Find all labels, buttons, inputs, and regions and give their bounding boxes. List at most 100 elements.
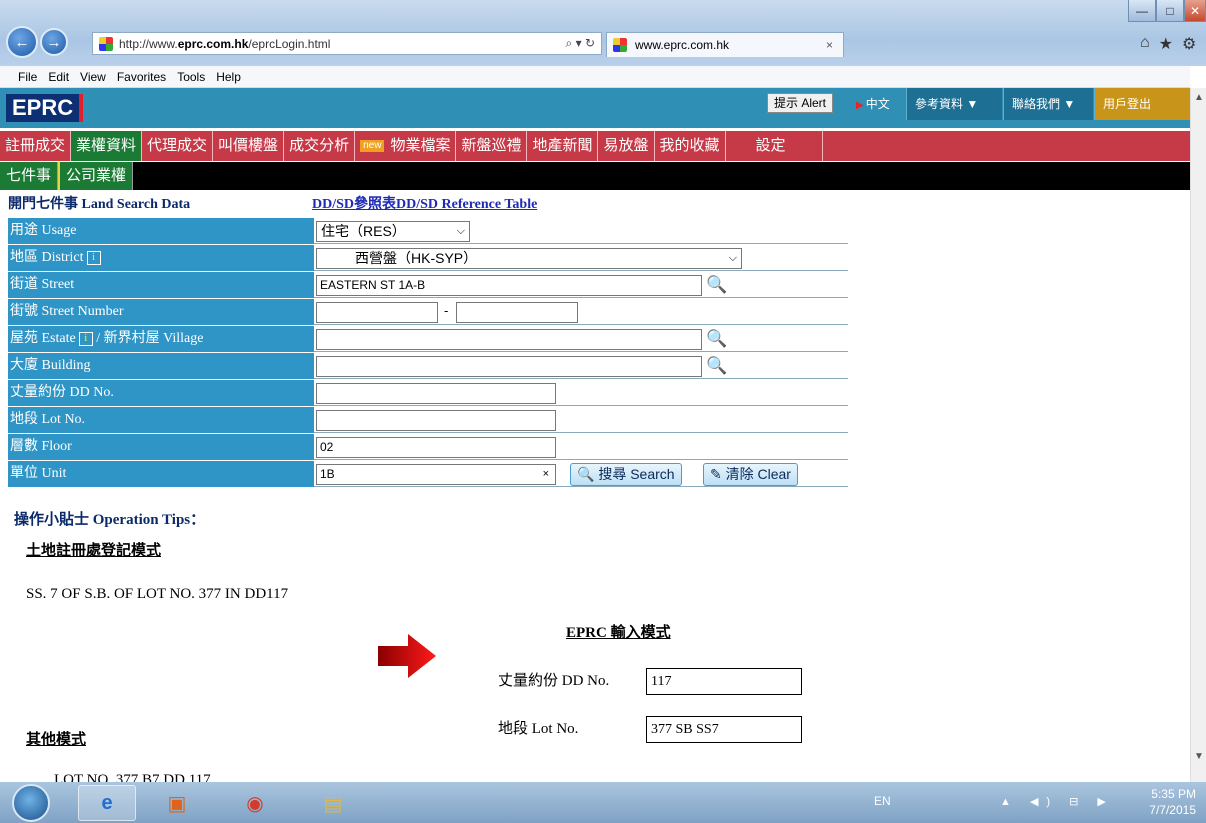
site-header: EPRC 提示 Alert ▶ 中文 參考資料 ▼ 聯絡我們 ▼ 用戶登出: [0, 88, 1190, 128]
scroll-down-icon[interactable]: ▼: [1194, 751, 1204, 762]
example-dd-label: 丈量約份 DD No.: [498, 673, 610, 689]
estate-cell: 🔍: [314, 326, 848, 352]
nav-item-agent-deals[interactable]: 代理成交: [142, 131, 214, 161]
scroll-up-icon[interactable]: ▲: [1194, 92, 1204, 103]
row-unit: 單位 Unit 1B × 🔍 搜尋 Search ✎ 清除 Clear: [8, 461, 848, 488]
dd-no-label: 丈量約份 DD No.: [8, 380, 314, 406]
maximize-button[interactable]: □: [1156, 0, 1184, 22]
menu-view[interactable]: View: [80, 70, 106, 84]
nav-item-my-favorites[interactable]: 我的收藏: [655, 131, 726, 161]
favorites-star-icon[interactable]: ★: [1159, 34, 1173, 54]
menu-edit[interactable]: Edit: [48, 70, 69, 84]
back-button[interactable]: ←: [6, 26, 38, 58]
logout-button[interactable]: 用戶登出: [1094, 88, 1190, 120]
start-button[interactable]: [12, 784, 50, 822]
browser-tab[interactable]: www.eprc.com.hk ×: [606, 32, 844, 57]
nav-item-registered-deals[interactable]: 註冊成交: [0, 131, 72, 161]
district-cell: 西營盤（HK-SYP） ⌵: [314, 245, 848, 271]
building-input[interactable]: [316, 356, 702, 377]
row-lot-no: 地段 Lot No.: [8, 407, 848, 434]
nav-item-easy-listing[interactable]: 易放盤: [598, 131, 655, 161]
nav-item-asking-listings[interactable]: 叫價樓盤: [213, 131, 285, 161]
system-tray-icons[interactable]: ▲ ◀) ⊟ ▶: [1000, 795, 1114, 808]
building-cell: 🔍: [314, 353, 848, 379]
info-icon[interactable]: i: [86, 250, 101, 265]
alert-button[interactable]: 提示 Alert: [767, 93, 834, 113]
street-number-from-input[interactable]: [316, 302, 438, 323]
minimize-button[interactable]: —: [1128, 0, 1156, 22]
forward-button[interactable]: →: [40, 28, 68, 56]
subnav-item-company-title[interactable]: 公司業權: [58, 162, 134, 190]
site-favicon-icon: [99, 36, 113, 51]
info-icon[interactable]: i: [78, 331, 93, 346]
usage-label: 用途 Usage: [8, 218, 314, 244]
row-street-number: 街號 Street Number -: [8, 299, 848, 326]
other-mode-heading: 其他模式: [26, 732, 87, 748]
settings-gear-icon[interactable]: ⚙: [1182, 34, 1196, 54]
menu-file[interactable]: File: [18, 70, 37, 84]
row-district: 地區 District i 西營盤（HK-SYP） ⌵: [8, 245, 848, 272]
page-scrollbar[interactable]: ▲ ▼: [1190, 88, 1206, 782]
nav-item-settings[interactable]: 設定: [726, 131, 823, 161]
menu-help[interactable]: Help: [216, 70, 241, 84]
street-label: 街道 Street: [8, 272, 314, 298]
clear-button[interactable]: ✎ 清除 Clear: [703, 463, 798, 486]
row-street: 街道 Street EASTERN ST 1A-B 🔍: [8, 272, 848, 299]
street-number-to-input[interactable]: [456, 302, 578, 323]
internet-explorer-icon[interactable]: e: [78, 785, 136, 821]
search-button[interactable]: 🔍 搜尋 Search: [570, 463, 682, 486]
usage-select[interactable]: 住宅（RES） ⌵: [316, 221, 470, 242]
unit-label: 單位 Unit: [8, 461, 314, 487]
chevron-down-icon: ⌵: [456, 225, 465, 237]
media-player-icon[interactable]: ▣: [148, 785, 206, 821]
home-icon[interactable]: ⌂: [1140, 34, 1150, 54]
chrome-icon[interactable]: ◉: [226, 785, 284, 821]
tips-title: 操作小貼士 Operation Tips：: [14, 512, 206, 528]
eprc-logo[interactable]: EPRC: [6, 94, 84, 122]
tab-favicon-icon: [613, 38, 627, 52]
back-arrow-icon: ←: [14, 33, 30, 51]
contact-dropdown[interactable]: 聯絡我們 ▼: [1003, 88, 1093, 120]
street-input[interactable]: EASTERN ST 1A-B: [316, 275, 702, 296]
language-indicator[interactable]: EN: [874, 794, 891, 808]
district-label: 地區 District i: [8, 245, 314, 271]
operation-tips: 操作小貼士 Operation Tips： 土地註冊處登記模式 SS. 7 OF…: [14, 508, 864, 782]
nav-item-deal-analysis[interactable]: 成交分析: [284, 131, 356, 161]
example-lot-row: 地段 Lot No. 377 SB SS7: [498, 716, 802, 743]
unit-input[interactable]: 1B ×: [316, 464, 556, 485]
taskbar: e ▣ ◉ ▤ EN ▲ ◀) ⊟ ▶ 5:35 PM 7/7/2015: [0, 782, 1206, 823]
address-tools[interactable]: ⌕ ▾ ↻: [566, 36, 595, 51]
nav-item-title-data[interactable]: 業權資料: [71, 131, 143, 161]
building-lookup-icon[interactable]: 🔍: [706, 355, 730, 377]
language-link[interactable]: ▶ 中文: [856, 95, 890, 112]
street-lookup-icon[interactable]: 🔍: [706, 274, 730, 296]
district-select[interactable]: 西營盤（HK-SYP） ⌵: [316, 248, 742, 269]
estate-input[interactable]: [316, 329, 702, 350]
nav-item-new-developments[interactable]: 新盤巡禮: [456, 131, 528, 161]
nav-item-property-news[interactable]: 地產新聞: [527, 131, 599, 161]
file-explorer-icon[interactable]: ▤: [304, 785, 362, 821]
address-bar[interactable]: http://www.eprc.com.hk/eprcLogin.html ⌕ …: [92, 32, 602, 55]
web-page: EPRC 提示 Alert ▶ 中文 參考資料 ▼ 聯絡我們 ▼ 用戶登出 註冊成…: [0, 88, 1190, 782]
browser-right-icons: ⌂ ★ ⚙: [1140, 34, 1196, 54]
nav-item-property-files[interactable]: new 物業檔案: [355, 131, 457, 161]
close-window-button[interactable]: ✕: [1184, 0, 1206, 22]
dd-no-input[interactable]: [316, 383, 556, 404]
menu-tools[interactable]: Tools: [177, 70, 205, 84]
sub-nav: 七件事 公司業權: [0, 162, 1190, 190]
clock[interactable]: 5:35 PM 7/7/2015: [1124, 786, 1196, 818]
tab-close-icon[interactable]: ×: [826, 38, 833, 52]
example-dd-row: 丈量約份 DD No. 117: [498, 668, 802, 695]
floor-label: 層數 Floor: [8, 434, 314, 460]
floor-input[interactable]: 02: [316, 437, 556, 458]
lot-no-input[interactable]: [316, 410, 556, 431]
eprc-input-mode-heading: EPRC 輸入模式: [566, 625, 671, 641]
clear-x-icon[interactable]: ×: [543, 465, 549, 484]
reference-dropdown[interactable]: 參考資料 ▼: [906, 88, 1002, 120]
reference-table-link[interactable]: DD/SD參照表DD/SD Reference Table: [312, 192, 537, 218]
street-number-separator: -: [444, 303, 449, 318]
estate-lookup-icon[interactable]: 🔍: [706, 328, 730, 350]
menu-favorites[interactable]: Favorites: [117, 70, 166, 84]
subnav-item-seven-items[interactable]: 七件事: [0, 162, 59, 190]
eraser-icon: ✎: [710, 466, 722, 482]
